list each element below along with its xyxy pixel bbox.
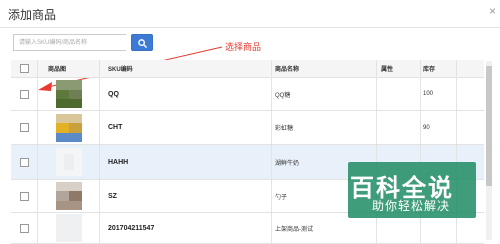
product-image-cell [38,180,100,212]
name-cell: 湖鲜牛奶 [272,145,377,179]
name-value: QQ糖 [275,92,291,99]
name-value: 勺子 [275,194,288,201]
attr-cell [377,111,421,144]
row-checkbox[interactable] [19,123,29,132]
table-row[interactable]: SZ 勺子 [11,180,484,213]
stock-cell: 90 [421,111,457,144]
stock-cell [421,180,457,212]
stock-value: 100 [423,91,434,97]
name-cell: 上架商品-测试 [272,213,377,243]
product-thumbnail [55,80,82,108]
select-all-checkbox[interactable] [19,64,29,73]
attr-cell [377,145,421,179]
name-value: 上架商品-测试 [275,226,313,233]
name-value: 湖鲜牛奶 [275,160,300,167]
row-select-cell [11,78,38,110]
product-image-cell [38,145,100,179]
row-select-cell [11,180,38,212]
sku-value: SZ [108,192,117,200]
add-product-dialog: 添加商品 × 选择商品 商品图 SKU编码 商品名称 属性 库存 [0,0,500,244]
annotation-label: 选择商品 [225,42,262,52]
filler-cell [457,145,484,179]
sku-cell: HAHH [100,145,272,179]
name-cell: 勺子 [272,180,377,212]
header-attr: 属性 [377,60,421,77]
table-row[interactable]: QQ QQ糖 100 [11,78,484,111]
row-select-cell [11,145,38,179]
row-checkbox[interactable] [19,191,29,201]
header-select-cell [11,60,38,77]
search-input[interactable] [13,34,126,51]
scrollbar-thumb[interactable] [486,66,492,186]
header-filler [457,60,484,77]
sku-cell: CHT [100,111,272,144]
search-button[interactable] [131,34,153,51]
stock-cell [421,145,457,179]
filler-cell [457,213,484,243]
filler-cell [457,180,484,212]
attr-cell [377,213,421,243]
table-row[interactable]: CHT 彩虹糖 90 [11,111,484,145]
attr-cell [377,78,421,110]
dialog-title: 添加商品 [8,8,57,22]
name-cell: QQ糖 [272,78,377,110]
sku-cell: 201704211547 [100,213,272,243]
name-value: 彩虹糖 [275,126,294,132]
product-thumbnail [55,113,82,142]
product-thumbnail [55,214,82,242]
product-image-cell [38,78,100,110]
sku-value: QQ [108,90,119,98]
table-row[interactable]: 201704211547 上架商品-测试 [11,213,484,244]
table-header-row: 商品图 SKU编码 商品名称 属性 库存 [11,60,484,78]
row-select-cell [11,111,38,144]
header-name: 商品名称 [272,60,377,77]
sku-cell: QQ [100,78,272,110]
name-cell: 彩虹糖 [272,111,377,144]
header-stock: 库存 [421,60,457,77]
row-checkbox[interactable] [19,157,29,167]
sku-cell: SZ [100,180,272,212]
sku-value: HAHH [108,158,129,166]
filler-cell [457,111,484,144]
product-thumbnail [55,182,82,210]
header-image: 商品图 [38,60,100,77]
table-scrollbar[interactable] [486,61,492,240]
close-icon[interactable]: × [489,4,496,18]
filler-cell [457,78,484,110]
header-sku: SKU编码 [100,60,272,77]
sku-value: 201704211547 [108,224,155,232]
row-checkbox[interactable] [19,89,29,99]
stock-value: 90 [423,124,430,131]
table-row[interactable]: HAHH 湖鲜牛奶 [11,145,484,180]
stock-cell [421,213,457,243]
product-thumbnail [55,148,82,176]
product-image-cell [38,213,100,243]
row-select-cell [11,213,38,243]
row-checkbox[interactable] [19,223,29,233]
stock-cell: 100 [421,78,457,110]
sku-value: CHT [108,124,123,131]
attr-cell [377,180,421,212]
search-icon [138,39,147,48]
dialog-header: 添加商品 × [0,0,500,28]
product-image-cell [38,111,100,144]
